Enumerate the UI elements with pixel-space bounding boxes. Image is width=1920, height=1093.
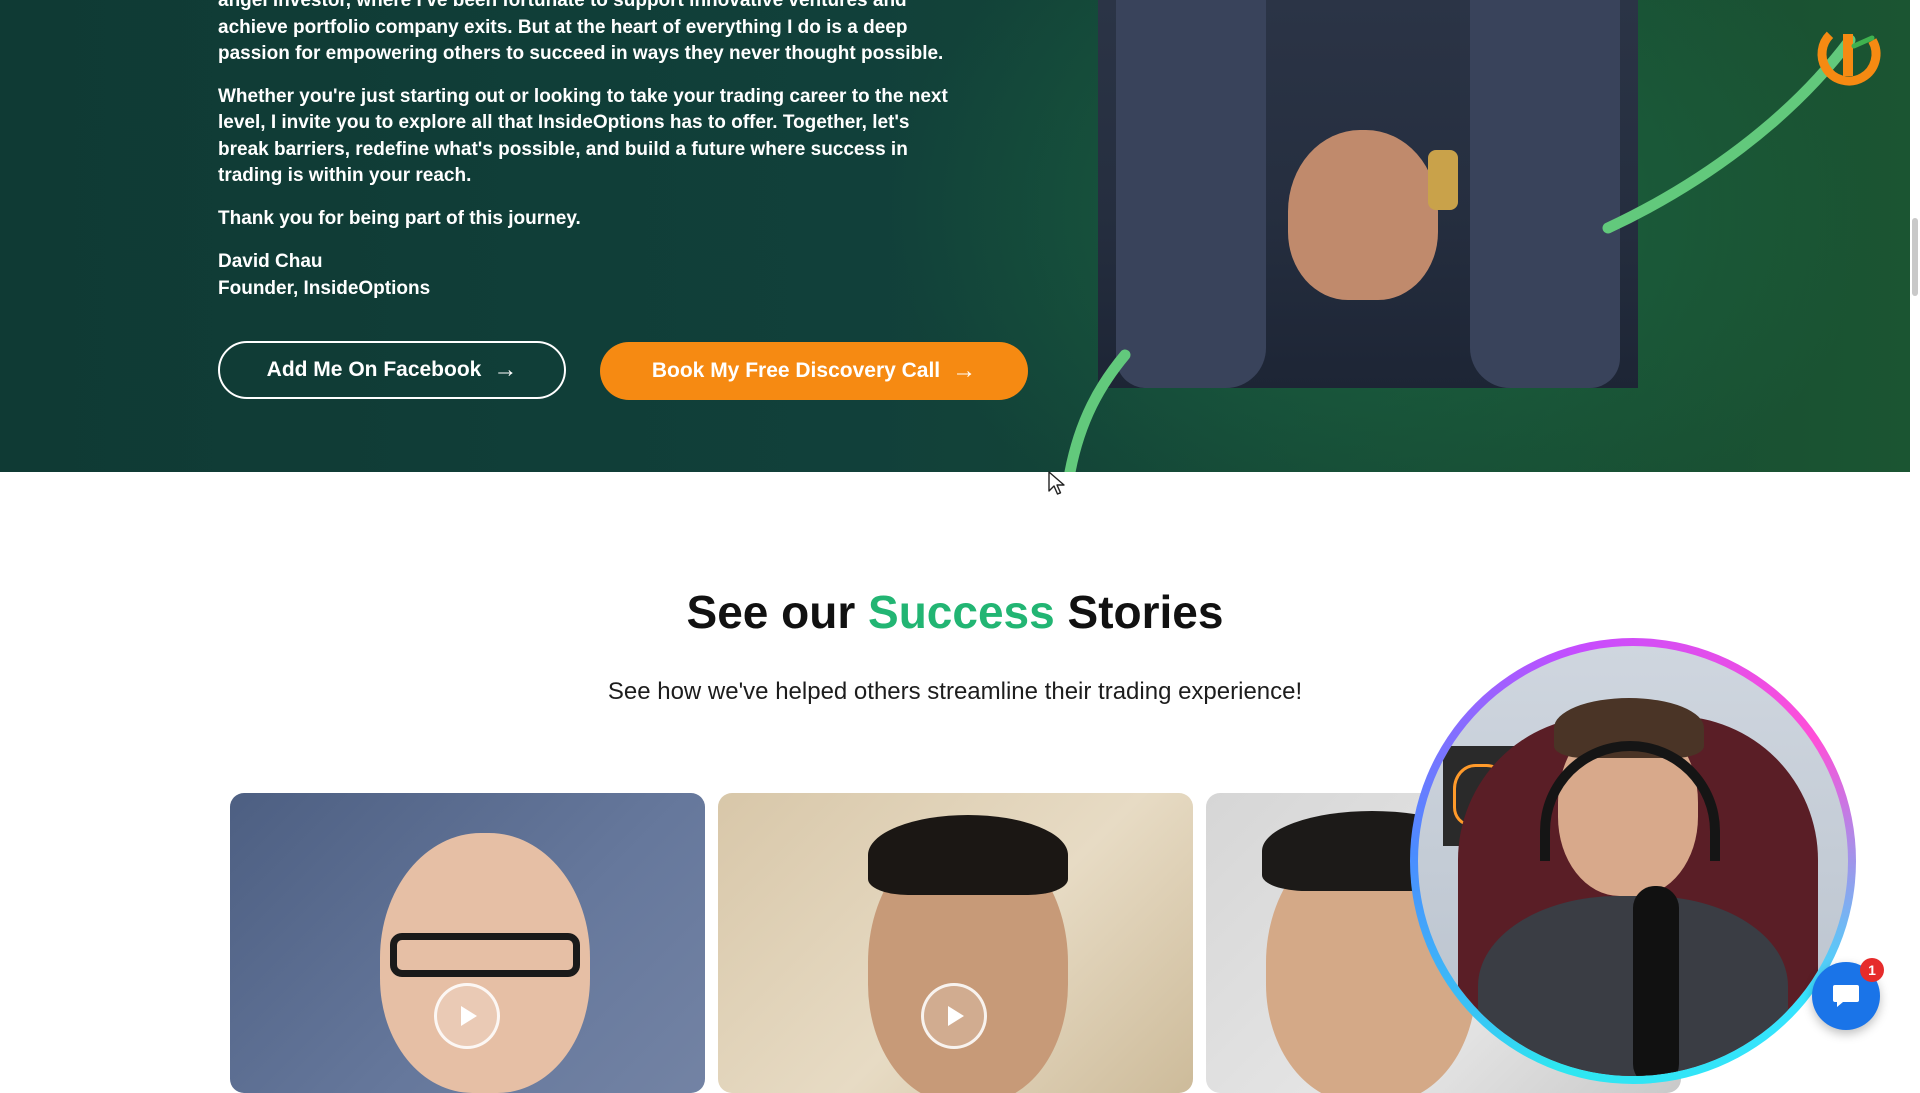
founder-photo-arm [1116, 0, 1266, 388]
testimonial-video-card[interactable] [230, 793, 705, 1093]
founder-photo [1098, 0, 1638, 388]
video-thumbnail-hair [868, 815, 1068, 895]
signature-title: Founder, InsideOptions [218, 278, 431, 299]
brand-logo-icon[interactable] [1814, 18, 1884, 90]
heading-part: See our [686, 586, 869, 638]
webcam-overlay [1410, 638, 1856, 1084]
letter-paragraph: Thank you for being part of this journey… [218, 207, 581, 229]
add-me-on-facebook-button[interactable]: Add Me On Facebook → [218, 341, 566, 399]
play-icon[interactable] [434, 983, 500, 1049]
book-discovery-call-button[interactable]: Book My Free Discovery Call → [600, 342, 1028, 400]
letter-paragraph: angel investor, where I've been fortunat… [218, 0, 944, 64]
success-stories-heading: See our Success Stories [0, 585, 1910, 639]
arrow-right-icon: → [952, 357, 977, 384]
webcam-feed [1418, 646, 1848, 1076]
letter-paragraph: Whether you're just starting out or look… [218, 85, 948, 187]
microphone-icon [1633, 886, 1679, 1076]
signature-name: David Chau [218, 251, 323, 272]
signature: David Chau Founder, InsideOptions [218, 248, 958, 302]
founder-photo-arm [1470, 0, 1620, 388]
chat-unread-badge: 1 [1860, 958, 1884, 982]
mouse-cursor-icon [1048, 471, 1065, 495]
facebook-button-label: Add Me On Facebook [266, 358, 482, 381]
heading-part: Stories [1054, 586, 1224, 638]
founder-section: angel investor, where I've been fortunat… [0, 0, 1910, 472]
chat-bubble-icon [1833, 985, 1859, 1007]
testimonial-video-card[interactable] [718, 793, 1193, 1093]
founder-photo-hands [1288, 130, 1438, 300]
arrow-right-icon: → [493, 356, 518, 383]
play-icon[interactable] [921, 983, 987, 1049]
scrollbar-thumb[interactable] [1912, 218, 1918, 296]
heading-accent: Success [868, 586, 1055, 638]
video-thumbnail-glasses [390, 933, 580, 977]
page-scrollbar[interactable] [1910, 0, 1920, 1080]
founder-photo-watch [1428, 150, 1458, 210]
founder-letter: angel investor, where I've been fortunat… [218, 0, 958, 302]
discovery-button-label: Book My Free Discovery Call [651, 359, 941, 382]
